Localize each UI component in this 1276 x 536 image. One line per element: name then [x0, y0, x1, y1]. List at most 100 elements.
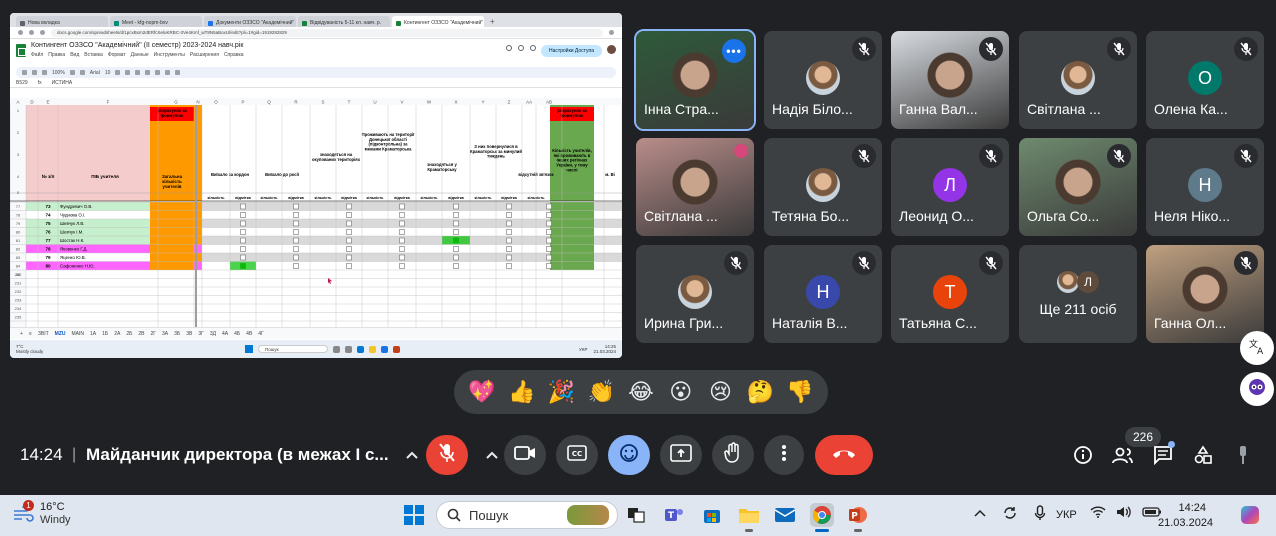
- row-checkbox[interactable]: [346, 237, 352, 244]
- row-checkbox[interactable]: [293, 229, 299, 235]
- activities-icon[interactable]: [1191, 443, 1215, 467]
- menu-item[interactable]: Справка: [224, 52, 244, 58]
- row-checkbox[interactable]: [546, 229, 552, 235]
- file-explorer-icon[interactable]: [737, 503, 761, 532]
- undo-icon[interactable]: [22, 70, 27, 75]
- row-checkbox[interactable]: [399, 203, 405, 210]
- row-checkbox[interactable]: [346, 203, 352, 210]
- reaction-emoji[interactable]: 😢: [706, 379, 734, 405]
- row-checkbox[interactable]: [399, 220, 405, 227]
- row-checkbox[interactable]: [346, 246, 352, 252]
- browser-tab[interactable]: Meet - kfg-nopm-bxv: [110, 16, 202, 27]
- sheet-tab[interactable]: 4Б: [234, 331, 240, 337]
- row-checkbox[interactable]: [346, 263, 352, 269]
- extension-button[interactable]: [1240, 372, 1274, 406]
- reaction-emoji[interactable]: 😮: [667, 379, 695, 405]
- browser-tab[interactable]: Нова вкладка: [16, 16, 108, 27]
- quick-settings[interactable]: [1090, 505, 1162, 519]
- row-checkbox[interactable]: [453, 203, 459, 210]
- column-letter[interactable]: G: [174, 100, 178, 105]
- row-checkbox[interactable]: [453, 220, 459, 227]
- menu-item[interactable]: Расширения: [190, 52, 219, 58]
- row-checkbox[interactable]: [453, 246, 459, 252]
- row-checkbox[interactable]: [399, 254, 405, 261]
- teams-icon[interactable]: T: [662, 503, 686, 527]
- row-checkbox[interactable]: [240, 246, 246, 252]
- row-checkbox[interactable]: [546, 203, 552, 210]
- copilot-icon[interactable]: [1238, 503, 1262, 527]
- show-hidden-icons-chevron-icon[interactable]: [974, 509, 986, 517]
- row-checkbox[interactable]: [293, 203, 299, 210]
- comment-icon[interactable]: [518, 45, 525, 51]
- reaction-emoji[interactable]: 🎉: [547, 379, 575, 405]
- row-checkbox[interactable]: [240, 254, 246, 261]
- sheet-tab[interactable]: 3Д: [210, 331, 216, 337]
- store-icon[interactable]: [700, 503, 724, 527]
- text-color-icon[interactable]: [135, 70, 141, 75]
- sheet-tab[interactable]: 1А: [90, 331, 96, 337]
- column-letter[interactable]: Q: [267, 100, 271, 105]
- formula-input[interactable]: ИСТИНА: [52, 80, 73, 86]
- sheet-tab[interactable]: 2Г: [151, 331, 157, 337]
- row-checkbox[interactable]: [293, 246, 299, 252]
- microphone-icon[interactable]: [1034, 505, 1046, 521]
- menu-item[interactable]: Вид: [70, 52, 79, 58]
- present-button[interactable]: [660, 435, 702, 475]
- browser-tab[interactable]: Відвідуваність 5-11 кл. навч. р.: [298, 16, 390, 27]
- row-checkbox[interactable]: [546, 237, 552, 244]
- taskbar-clock[interactable]: 14:24 21.03.2024: [1158, 501, 1213, 531]
- row-checkbox[interactable]: [346, 212, 352, 218]
- row-checkbox[interactable]: [399, 263, 405, 269]
- row-checkbox[interactable]: [546, 246, 552, 252]
- meeting-info-icon[interactable]: [1071, 443, 1095, 467]
- host-controls-icon[interactable]: [1231, 443, 1255, 467]
- row-checkbox[interactable]: [240, 203, 246, 210]
- sheet-tab[interactable]: 3Б: [174, 331, 180, 337]
- video-call-icon[interactable]: [530, 45, 537, 51]
- chrome-icon[interactable]: [810, 503, 834, 532]
- sheet-tab[interactable]: 2Б: [126, 331, 132, 337]
- participant-tile[interactable]: Ирина Гри...: [636, 245, 754, 343]
- participant-tile[interactable]: Т Татьяна С...: [891, 245, 1009, 343]
- people-icon[interactable]: [1111, 443, 1135, 467]
- row-number[interactable]: 84: [16, 264, 21, 269]
- cell-ref[interactable]: B529: [16, 80, 28, 86]
- borders-icon[interactable]: [155, 70, 161, 75]
- sheet-tab[interactable]: ≡: [29, 331, 32, 337]
- reactions-button[interactable]: [608, 435, 650, 475]
- row-checkbox[interactable]: [453, 229, 459, 235]
- column-letter[interactable]: Y: [481, 100, 484, 105]
- participant-tile[interactable]: Ганна Вал...: [891, 31, 1009, 129]
- column-letter[interactable]: A: [16, 100, 19, 105]
- print-icon[interactable]: [42, 70, 47, 75]
- row-number[interactable]: 232: [15, 289, 22, 294]
- account-avatar[interactable]: [607, 45, 616, 54]
- row-checkbox[interactable]: [506, 220, 512, 227]
- powerpoint-icon[interactable]: P: [846, 503, 870, 532]
- row-checkbox[interactable]: [293, 237, 299, 244]
- row-checkbox[interactable]: [399, 246, 405, 252]
- font-select[interactable]: Arial: [90, 70, 100, 76]
- profile-icon[interactable]: [609, 30, 614, 35]
- task-view-icon[interactable]: [624, 503, 648, 527]
- participant-tile[interactable]: О Олена Ка...: [1146, 31, 1264, 129]
- reaction-emoji[interactable]: 👍: [508, 379, 536, 405]
- column-letter[interactable]: V: [400, 100, 403, 105]
- participant-tile[interactable]: Надія Біло...: [764, 31, 882, 129]
- reaction-emoji[interactable]: 🤔: [746, 379, 774, 405]
- row-checkbox[interactable]: [506, 254, 512, 261]
- row-number[interactable]: 77: [16, 204, 21, 209]
- column-letter[interactable]: AA: [526, 100, 532, 105]
- row-checkbox[interactable]: [399, 229, 405, 235]
- browser-tab-active[interactable]: Контингент ОЗЗСО "Академічний": [392, 16, 484, 27]
- sync-icon[interactable]: [1002, 505, 1018, 521]
- sheet-tab[interactable]: +: [20, 331, 23, 337]
- sheet-tab[interactable]: 3В: [186, 331, 192, 337]
- participant-tile[interactable]: Л Леонид О...: [891, 138, 1009, 236]
- align-icon[interactable]: [175, 70, 181, 75]
- row-checkbox[interactable]: [546, 263, 552, 269]
- translate-button[interactable]: 文A: [1240, 331, 1274, 365]
- participant-tile[interactable]: Н Наталія В...: [764, 245, 882, 343]
- forward-icon[interactable]: [29, 30, 34, 35]
- sheet-tab[interactable]: 1Б: [102, 331, 108, 337]
